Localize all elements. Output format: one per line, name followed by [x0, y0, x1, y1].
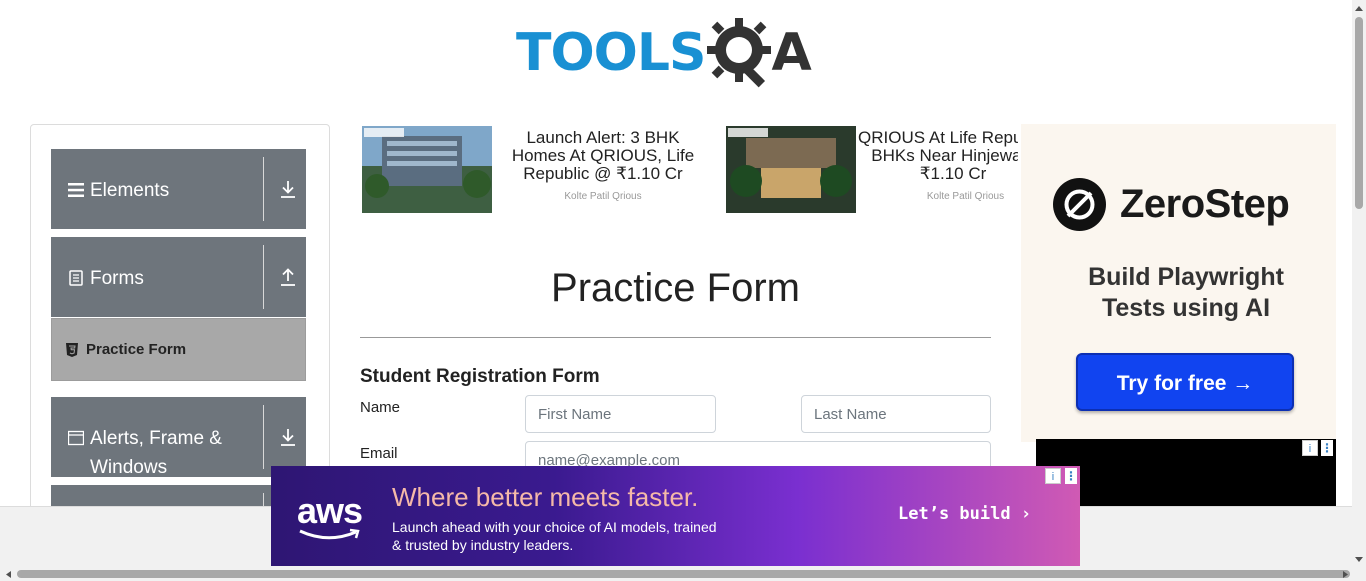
promo-card[interactable]: QRIOUS At Life Republic BHKs Near Hinjew…	[726, 126, 1026, 216]
aws-ad-banner[interactable]: aws Where better meets faster. Launch ah…	[271, 466, 1080, 566]
scroll-down-icon[interactable]	[1352, 552, 1366, 566]
logo-gear-q-icon	[705, 16, 775, 90]
upload-arrow-icon[interactable]	[279, 267, 297, 287]
page-root: TOOLS A Elements Forms Practice Form Ale…	[0, 0, 1366, 581]
sidebar-group-label: Elements	[90, 180, 170, 201]
download-arrow-icon[interactable]	[279, 179, 297, 199]
zerostep-tagline: Build Playwright Tests using AI	[1088, 263, 1284, 322]
vertical-scrollbar[interactable]	[1352, 0, 1366, 568]
sidebar-item-label: Practice Form	[86, 341, 187, 358]
logo-tools-text: TOOLS	[516, 23, 706, 83]
html5-icon	[66, 343, 78, 357]
first-name-input[interactable]	[525, 395, 716, 433]
promo-title-line: QRIOUS At Life Republic BHKs Near Hinjew…	[858, 129, 1018, 183]
last-name-input[interactable]	[801, 395, 991, 433]
zerostep-brand: ZeroStep	[1053, 178, 1290, 231]
ad-menu-icon[interactable]: ⋮	[1065, 468, 1077, 484]
promo-source: Kolte Patil Qrious	[564, 191, 642, 202]
document-icon	[69, 270, 83, 286]
adchoices-icon[interactable]: i	[1045, 468, 1061, 484]
promo-source: Kolte Patil Qrious	[926, 191, 1005, 202]
download-arrow-icon[interactable]	[279, 427, 297, 447]
divider	[263, 405, 264, 469]
toolsqa-logo[interactable]: TOOLS A	[516, 16, 812, 90]
form-title: Student Registration Form	[360, 366, 600, 387]
horizontal-scroll-thumb[interactable]	[17, 570, 1350, 578]
divider	[263, 245, 264, 309]
sidebar-group-forms[interactable]: Forms	[51, 237, 306, 317]
black-ad-slot[interactable]: i ⋮	[1036, 439, 1336, 506]
promo-card[interactable]: Launch Alert: 3 BHK Homes At QRIOUS, Lif…	[362, 126, 722, 216]
page-title: Practice Form	[551, 266, 800, 310]
logo-a-text: A	[771, 23, 812, 83]
promo-title: QRIOUS At Life Republic BHKs Near Hinjew…	[858, 129, 1018, 183]
zerostep-name: ZeroStep	[1120, 182, 1290, 226]
try-for-free-button[interactable]: Try for free →	[1076, 353, 1294, 411]
zerostep-logo-icon	[1053, 178, 1106, 231]
name-label: Name	[360, 399, 401, 416]
promo-image	[362, 126, 492, 213]
scroll-right-icon[interactable]	[1338, 568, 1352, 581]
sidebar-group-label: Forms	[90, 268, 144, 289]
vertical-scroll-thumb[interactable]	[1355, 17, 1363, 209]
aws-headline: Where better meets faster.	[392, 482, 699, 512]
aws-smile-icon	[299, 528, 360, 540]
sidebar-item-practice-form[interactable]: Practice Form	[51, 318, 306, 381]
hamburger-icon	[68, 183, 84, 197]
aws-subtext: Launch ahead with your choice of AI mode…	[392, 519, 717, 553]
email-label: Email	[360, 445, 398, 462]
divider	[263, 157, 264, 221]
ad-menu-icon[interactable]: ⋮	[1321, 440, 1333, 456]
divider	[360, 337, 991, 338]
horizontal-scrollbar[interactable]	[0, 568, 1366, 581]
scroll-left-icon[interactable]	[2, 568, 16, 581]
promo-image	[726, 126, 856, 213]
lets-build-button[interactable]: Let’s build ›	[898, 504, 1031, 524]
window-icon	[68, 430, 84, 446]
sidebar-group-alerts[interactable]: Alerts, Frame & Windows	[51, 397, 306, 478]
adchoices-icon[interactable]: i	[1302, 440, 1318, 456]
sidebar-group-label: Alerts, Frame & Windows	[90, 428, 222, 478]
scroll-up-icon[interactable]	[1352, 2, 1366, 16]
sidebar: Elements Forms Practice Form Alerts, Fra…	[30, 124, 330, 525]
promo-title: Launch Alert: 3 BHK Homes At QRIOUS, Lif…	[511, 128, 695, 183]
aws-logo: aws	[297, 490, 363, 531]
sidebar-group-elements[interactable]: Elements	[51, 149, 306, 229]
zerostep-ad[interactable]: ZeroStep Build Playwright Tests using AI…	[1021, 124, 1336, 442]
